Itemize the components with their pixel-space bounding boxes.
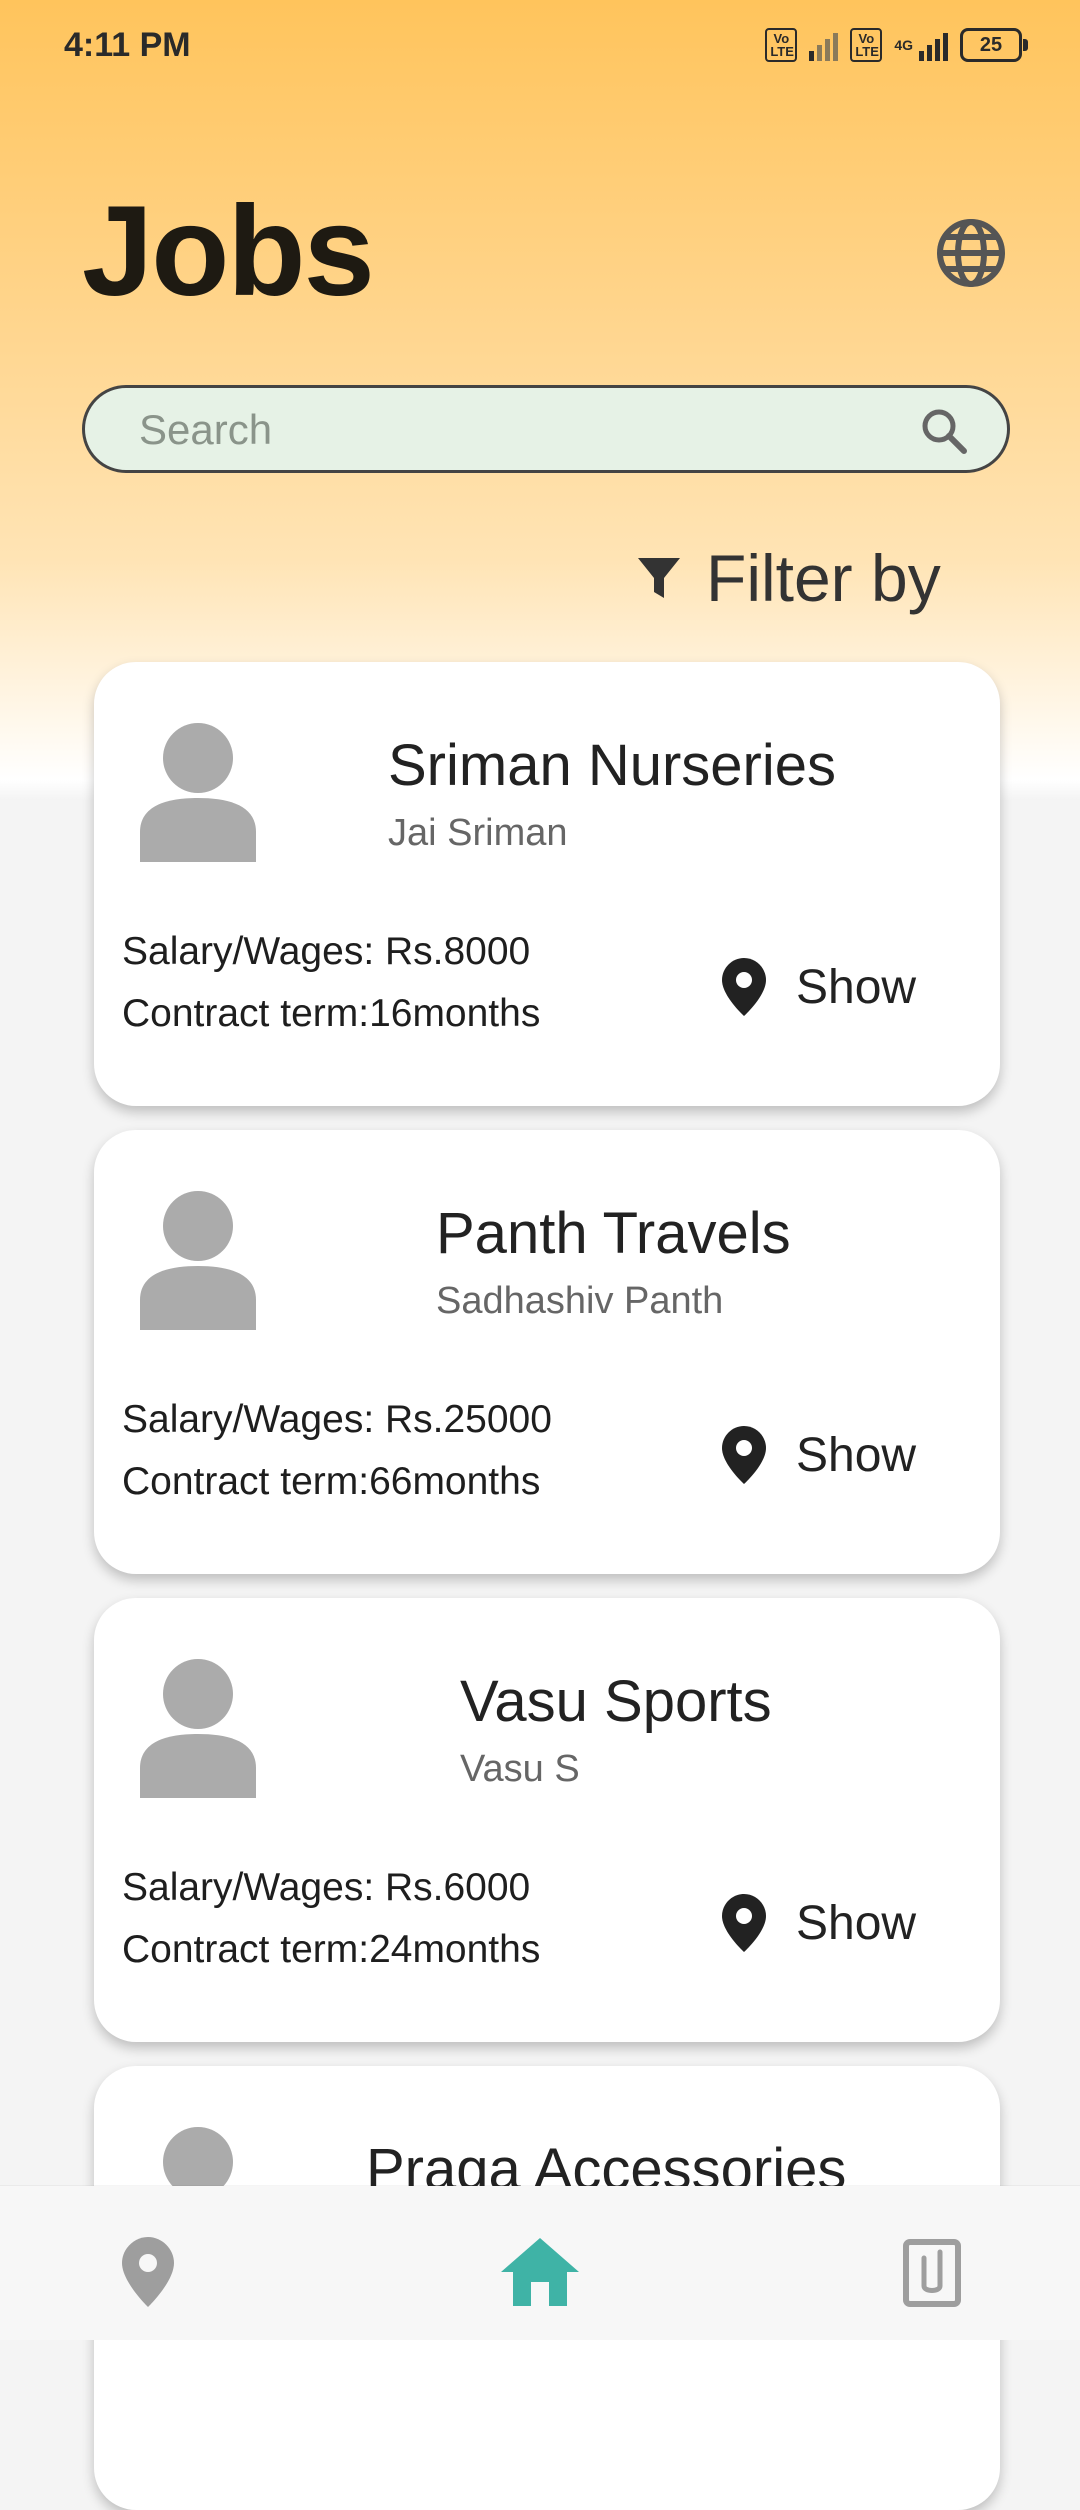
owner-name: Vasu S: [460, 1748, 580, 1790]
owner-name: Jai Sriman: [388, 812, 568, 854]
salary-text: Salary/Wages: Rs.25000: [122, 1398, 552, 1441]
status-time: 4:11 PM: [64, 26, 191, 64]
search-bar[interactable]: [82, 385, 1010, 473]
company-name: Sriman Nurseries: [388, 733, 836, 798]
search-icon[interactable]: [919, 406, 969, 456]
bottom-navigation: [0, 2186, 1080, 2340]
filter-label: Filter by: [706, 541, 941, 615]
signal-sim2-icon: [919, 29, 948, 61]
avatar-placeholder-icon: [140, 1658, 264, 1798]
volte-sim2-icon: Vo LTE: [850, 28, 883, 62]
contract-term-text: Contract term:16months: [122, 992, 541, 1035]
show-location-button[interactable]: Show: [722, 958, 916, 1016]
search-input[interactable]: [137, 388, 921, 472]
filter-funnel-icon: [636, 554, 682, 602]
signal-sim1-icon: [809, 29, 839, 61]
salary-text: Salary/Wages: Rs.6000: [122, 1866, 531, 1909]
filter-button[interactable]: Filter by: [636, 540, 941, 616]
location-pin-icon: [722, 1894, 766, 1952]
location-pin-icon: [722, 958, 766, 1016]
globe-icon[interactable]: [934, 216, 1008, 290]
company-name: Panth Travels: [436, 1201, 791, 1266]
status-bar: 4:11 PM Vo LTE Vo LTE 4G 25: [0, 0, 1080, 96]
avatar-placeholder-icon: [140, 1190, 264, 1330]
status-icons: Vo LTE Vo LTE 4G 25: [765, 28, 1028, 62]
network-type-label: 4G: [894, 37, 913, 53]
contract-term-text: Contract term:66months: [122, 1460, 541, 1503]
nav-location-pin-icon[interactable]: [108, 2232, 188, 2312]
salary-text: Salary/Wages: Rs.8000: [122, 930, 531, 973]
contract-term-text: Contract term:24months: [122, 1928, 541, 1971]
show-label: Show: [796, 1896, 917, 1950]
show-label: Show: [796, 960, 917, 1014]
page-title: Jobs: [82, 180, 375, 323]
volte-sim1-icon: Vo LTE: [765, 28, 798, 62]
nav-attachment-clipboard-icon[interactable]: [892, 2232, 972, 2312]
show-location-button[interactable]: Show: [722, 1426, 916, 1484]
battery-icon: 25: [960, 28, 1028, 62]
nav-home-icon[interactable]: [500, 2232, 580, 2312]
job-card[interactable]: Vasu Sports Vasu S Salary/Wages: Rs.6000…: [94, 1598, 1000, 2042]
avatar-placeholder-icon: [140, 722, 264, 862]
show-location-button[interactable]: Show: [722, 1894, 916, 1952]
owner-name: Sadhashiv Panth: [436, 1280, 724, 1322]
job-card[interactable]: Panth Travels Sadhashiv Panth Salary/Wag…: [94, 1130, 1000, 1574]
show-label: Show: [796, 1428, 917, 1482]
location-pin-icon: [722, 1426, 766, 1484]
job-card[interactable]: Sriman Nurseries Jai Sriman Salary/Wages…: [94, 662, 1000, 1106]
company-name: Vasu Sports: [460, 1669, 772, 1734]
